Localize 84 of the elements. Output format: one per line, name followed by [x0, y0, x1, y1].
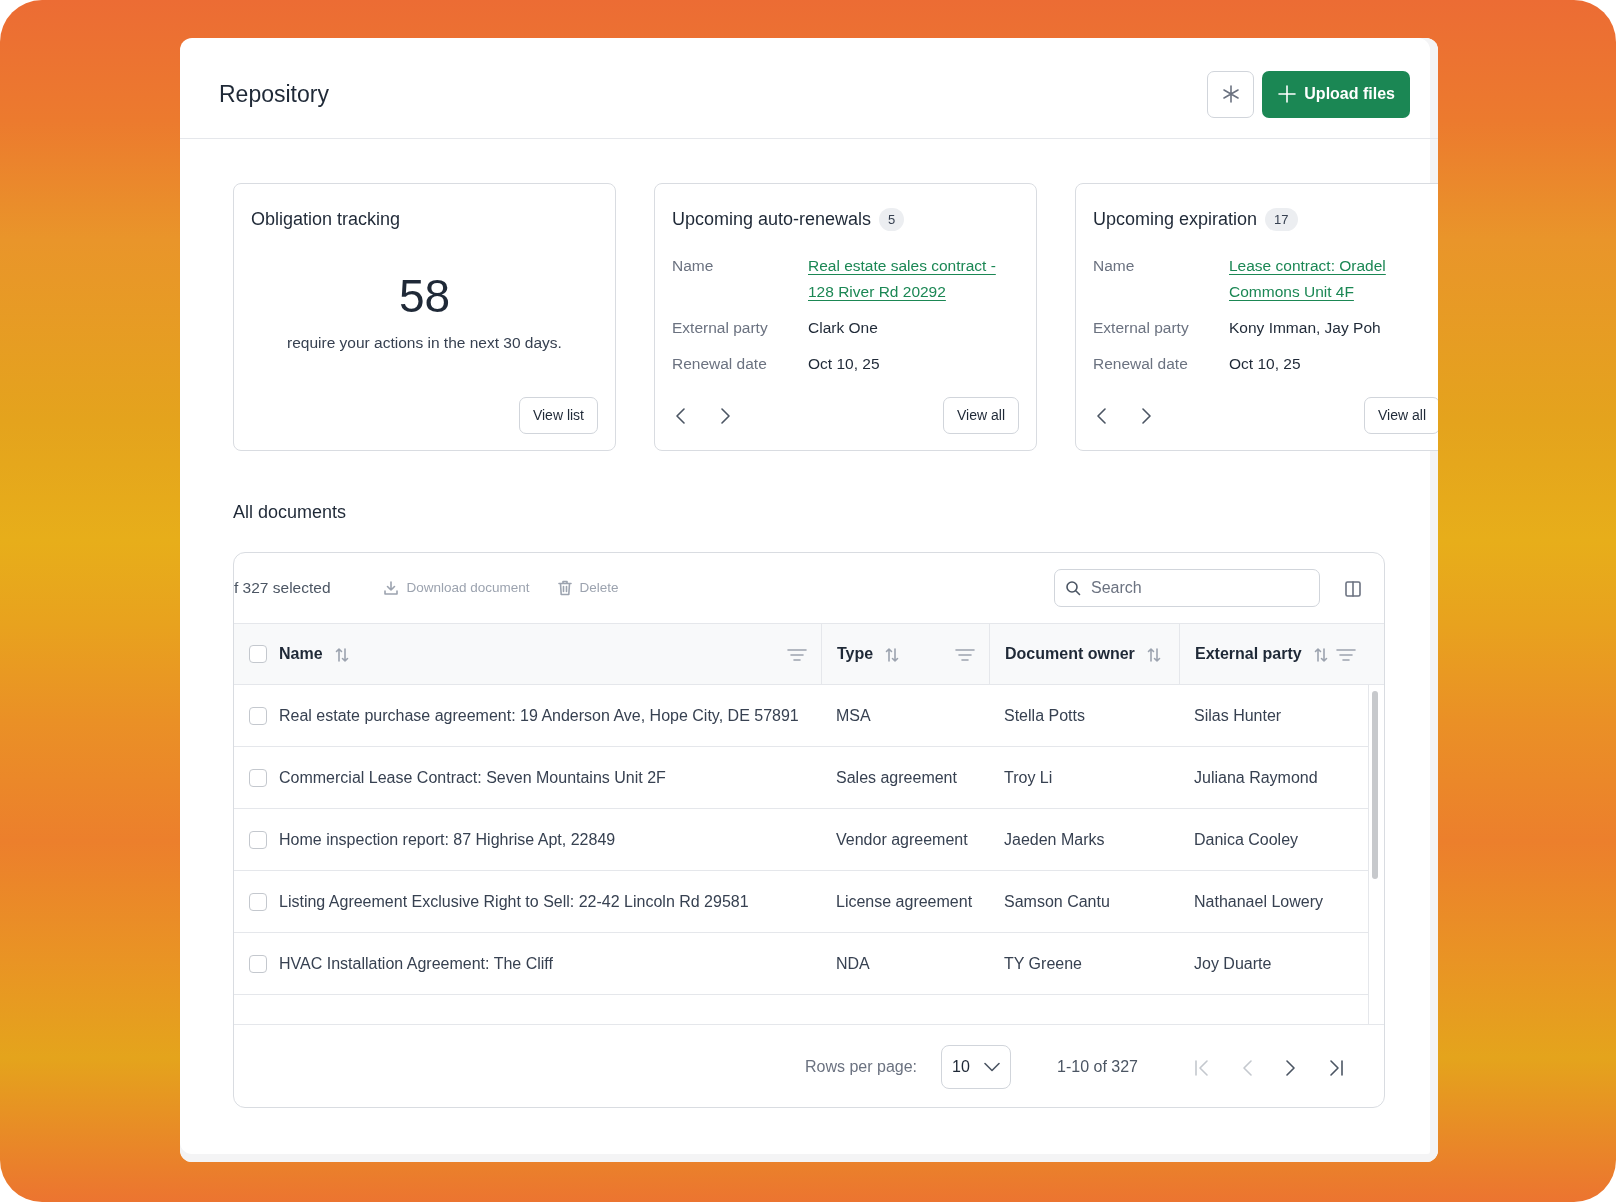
table-cell-text: Listing Agreement Exclusive Right to Sell: 22-42 Lincoln Rd 29581 [279, 891, 749, 912]
column-header: Type [837, 644, 874, 664]
trash-icon [557, 580, 572, 596]
plus-icon [1278, 85, 1297, 103]
download-icon [382, 580, 399, 596]
sort-arrows-icon [885, 646, 900, 663]
selection-count: f 327 selected [234, 578, 331, 599]
section-title: All documents [232, 501, 348, 524]
filter-icon [1336, 647, 1356, 662]
view-all-button[interactable]: View all [943, 397, 1019, 434]
table-cell-text: TY Greene [1004, 953, 1082, 974]
field-label: External party [1093, 318, 1190, 338]
page-range: 1-10 of 327 [1057, 1057, 1138, 1077]
table-cell-text: Juliana Raymond [1194, 767, 1318, 788]
chevron-right-icon [721, 408, 730, 425]
table-cell-text: Jaeden Marks [1004, 829, 1105, 850]
scrollbar-thumb[interactable] [1372, 691, 1378, 879]
field-value: Clark One [808, 318, 878, 338]
contract-link[interactable]: Lease contract: Oradel Commons Unit 4F [1229, 253, 1438, 305]
card-title: Obligation tracking [251, 208, 401, 231]
search-box[interactable]: Search [1054, 569, 1320, 607]
chevron-left-icon [1243, 1058, 1252, 1077]
search-icon [1065, 580, 1081, 596]
table-cell-text: Stella Potts [1004, 705, 1085, 726]
table-cell-text: Danica Cooley [1194, 829, 1299, 850]
field-label: Renewal date [1093, 354, 1189, 374]
row-checkbox[interactable] [249, 768, 267, 787]
asterisk-button[interactable] [1207, 70, 1255, 118]
table-cell-text: Sales agreement [836, 767, 957, 788]
stat-caption: require your actions in the next 30 days. [287, 333, 562, 353]
field-label: External party [672, 318, 769, 338]
table-cell-text: HVAC Installation Agreement: The Cliff [279, 953, 553, 974]
table-cell-text: Home inspection report: 87 Highrise Apt, 22849 [279, 829, 616, 850]
chevron-right-icon [1286, 1058, 1295, 1077]
field-label: Renewal date [672, 354, 768, 374]
sort-arrows-icon [1146, 646, 1161, 663]
chevron-right-icon [1142, 408, 1151, 425]
column-header: Document owner [1005, 644, 1135, 664]
table-cell-text: Samson Cantu [1004, 891, 1110, 912]
table-cell-text: NDA [836, 953, 870, 974]
row-checkbox[interactable] [249, 954, 267, 973]
rows-per-page-select[interactable]: 10 [941, 1045, 1012, 1089]
column-header: Name [279, 644, 323, 664]
page-title: Repository [219, 79, 329, 109]
sort-arrows-icon [334, 646, 349, 663]
field-label: Name [672, 256, 715, 276]
row-checkbox[interactable] [249, 892, 267, 911]
card-title: Upcoming auto-renewals [672, 208, 872, 231]
table-cell-text: Vendor agreement [836, 829, 968, 850]
columns-icon [1344, 579, 1362, 598]
card-title: Upcoming expiration [1093, 208, 1258, 231]
chevron-left-icon [676, 408, 685, 425]
field-label: Name [1093, 256, 1136, 276]
field-value: Oct 10, 25 [1229, 354, 1301, 374]
stat-number: 58 [398, 273, 451, 319]
table-cell-text: Troy Li [1004, 767, 1053, 788]
filter-icon [955, 647, 975, 662]
field-value: Kony Imman, Jay Poh [1229, 318, 1381, 338]
sort-arrows-icon [1313, 646, 1328, 663]
table-cell-text: Silas Hunter [1194, 705, 1282, 726]
table-cell-text: License agreement [836, 891, 973, 912]
select-all-checkbox[interactable] [249, 645, 267, 663]
chevron-down-icon [984, 1062, 1001, 1072]
last-page-icon [1329, 1058, 1344, 1077]
count-badge: 17 [1265, 207, 1298, 232]
table-cell-text: MSA [836, 705, 871, 726]
upload-files-button[interactable]: Upload files [1262, 70, 1410, 118]
count-badge: 5 [879, 207, 905, 232]
column-header: External party [1195, 644, 1302, 664]
table-cell-text: Nathanael Lowery [1194, 891, 1323, 912]
asterisk-icon [1220, 84, 1241, 104]
rows-per-page-label: Rows per page: [805, 1057, 918, 1077]
table-cell-text: Real estate purchase agreement: 19 Anderson Ave, Hope City, DE 57891 [279, 705, 799, 726]
first-page-icon [1194, 1058, 1209, 1077]
table-cell-text: Joy Duarte [1194, 953, 1272, 974]
table-cell-text: Commercial Lease Contract: Seven Mountains Unit 2F [279, 767, 666, 788]
filter-icon [787, 647, 807, 662]
field-value: Oct 10, 25 [808, 354, 880, 374]
chevron-left-icon [1097, 408, 1106, 425]
row-checkbox[interactable] [249, 830, 267, 849]
row-checkbox[interactable] [249, 706, 267, 725]
view-list-button[interactable]: View list [518, 397, 598, 434]
view-all-button[interactable]: View all [1364, 397, 1438, 434]
contract-link[interactable]: Real estate sales contract - 128 River Rd 20292 [808, 253, 1019, 305]
